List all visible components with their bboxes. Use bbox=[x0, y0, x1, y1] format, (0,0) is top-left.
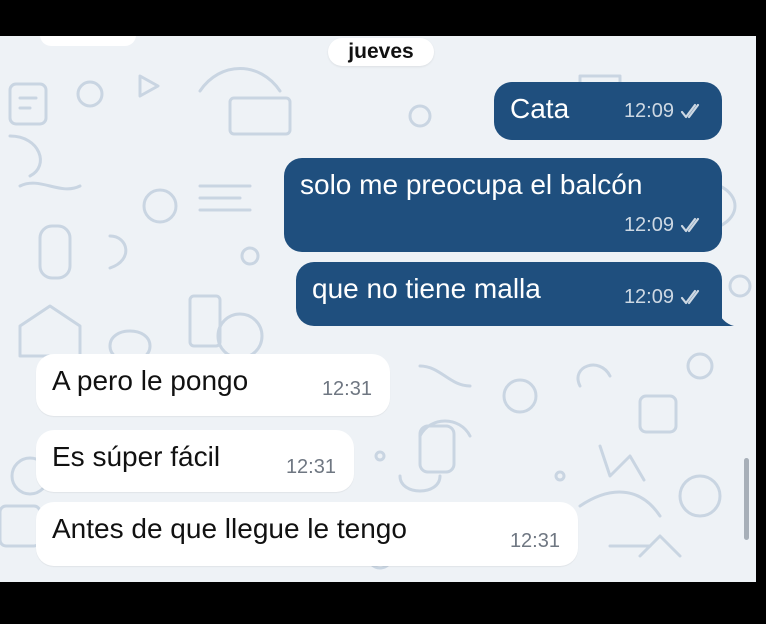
message-time: 12:09 bbox=[623, 286, 674, 308]
message-meta: 12:31 bbox=[286, 450, 336, 484]
message-meta: 12:31 bbox=[510, 524, 560, 558]
message-meta: 12:31 bbox=[322, 372, 372, 406]
message-text: Es súper fácil bbox=[52, 441, 221, 472]
double-check-icon bbox=[680, 103, 700, 119]
message-text: que no tiene malla bbox=[312, 273, 541, 304]
message-time: 12:09 bbox=[623, 100, 674, 122]
message-time: 12:31 bbox=[321, 378, 372, 400]
scrollbar[interactable] bbox=[744, 458, 749, 540]
message-meta: 12:09 bbox=[624, 94, 706, 128]
message-text: Cata bbox=[510, 93, 570, 124]
double-check-icon bbox=[680, 217, 700, 233]
message-text: A pero le pongo bbox=[52, 365, 249, 396]
chat-area[interactable]: jueves Cata 12:09 solo me preocupa el ba… bbox=[0, 36, 756, 582]
message-time: 12:31 bbox=[509, 530, 560, 552]
date-separator: jueves bbox=[328, 38, 434, 66]
message-bubble-incoming[interactable]: A pero le pongo 12:31 bbox=[36, 354, 390, 416]
bubble-tail bbox=[716, 308, 734, 326]
message-bubble-outgoing[interactable]: que no tiene malla 12:09 bbox=[296, 262, 722, 326]
message-time: 12:31 bbox=[285, 456, 336, 478]
message-text: Antes de que llegue le tengo bbox=[52, 513, 407, 544]
message-bubble-incoming[interactable]: Antes de que llegue le tengo 12:31 bbox=[36, 502, 578, 566]
message-meta: 12:09 bbox=[624, 280, 706, 314]
message-bubble-incoming[interactable]: Es súper fácil 12:31 bbox=[36, 430, 354, 492]
message-text: solo me preocupa el balcón bbox=[300, 169, 643, 200]
message-bubble-outgoing[interactable]: solo me preocupa el balcón 12:09 bbox=[284, 158, 722, 252]
double-check-icon bbox=[680, 289, 700, 305]
message-meta: 12:09 bbox=[624, 208, 706, 242]
message-time: 12:09 bbox=[623, 214, 674, 236]
message-bubble-outgoing[interactable]: Cata 12:09 bbox=[494, 82, 722, 140]
previous-bubble-edge bbox=[40, 36, 136, 46]
